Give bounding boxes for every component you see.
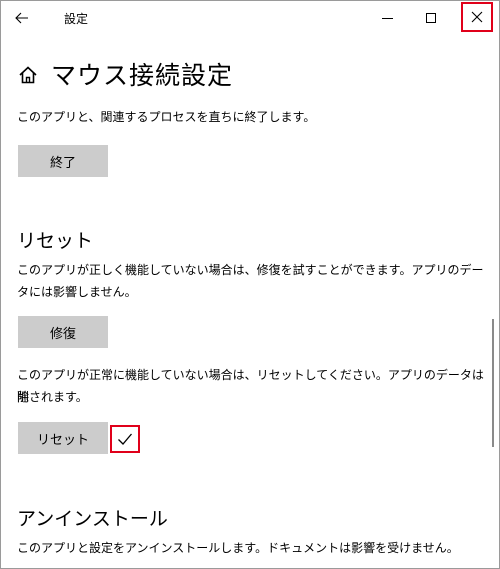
repair-description-line2: タには影響しません。 <box>17 285 137 299</box>
close-icon <box>471 11 483 23</box>
uninstall-description: このアプリと設定をアンインストールします。ドキュメントは影響を受けません。 <box>17 541 459 555</box>
reset-confirm-indicator <box>110 425 140 453</box>
maximize-button[interactable] <box>411 1 451 35</box>
page-title: マウス接続設定 <box>51 61 234 90</box>
terminate-button[interactable]: 終了 <box>18 145 108 177</box>
reset-button[interactable]: リセット <box>18 422 108 454</box>
reset-section-title: リセット <box>17 230 94 252</box>
close-button[interactable] <box>461 2 493 32</box>
uninstall-section-title: アンインストール <box>17 508 168 530</box>
settings-window: 設定 マウス接続設定 このアプリと、関連するプロセスを直ちに終了します。 終了 … <box>0 0 500 569</box>
title-bar: 設定 <box>1 1 499 35</box>
repair-description-line1: このアプリが正しく機能していない場合は、修復を試すことができます。アプリのデー <box>17 263 484 277</box>
window-title: 設定 <box>64 12 89 26</box>
reset-description-line2: 除されます。 <box>17 390 88 404</box>
maximize-icon <box>426 13 436 23</box>
back-button[interactable] <box>9 5 35 31</box>
minimize-button[interactable] <box>367 1 407 35</box>
terminate-description: このアプリと、関連するプロセスを直ちに終了します。 <box>17 110 316 124</box>
minimize-icon <box>381 17 393 19</box>
home-icon <box>19 66 37 84</box>
back-arrow-icon <box>15 12 28 24</box>
repair-button[interactable]: 修復 <box>18 316 108 348</box>
checkmark-icon <box>118 433 132 445</box>
scrollbar[interactable] <box>492 319 494 447</box>
